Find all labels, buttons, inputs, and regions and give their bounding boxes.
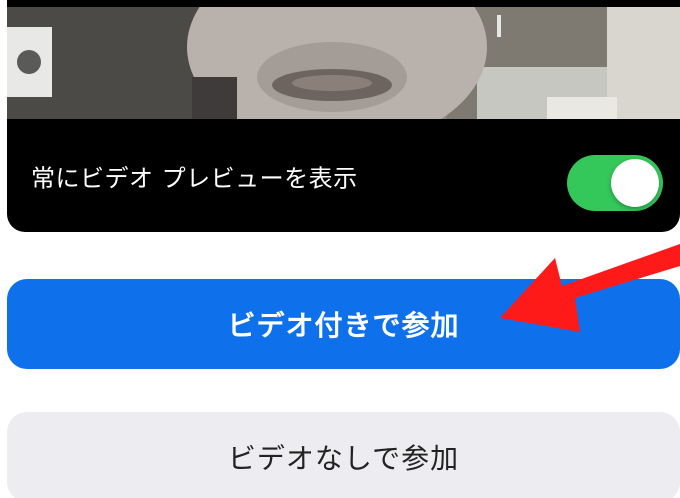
always-show-preview-label: 常にビデオ プレビューを表示 xyxy=(31,164,358,192)
red-arrow-icon xyxy=(500,244,680,332)
camera-preview-image xyxy=(7,7,680,119)
camera-preview xyxy=(7,7,680,119)
toggle-knob xyxy=(611,159,659,207)
always-show-preview-row: 常にビデオ プレビューを表示 xyxy=(7,119,680,232)
join-without-video-button[interactable]: ビデオなしで参加 xyxy=(7,412,680,498)
always-show-preview-toggle[interactable] xyxy=(567,155,663,211)
video-preview-card: 常にビデオ プレビューを表示 xyxy=(7,0,680,232)
join-meeting-screen: 常にビデオ プレビューを表示 ビデオ付きで参加 ビデオなしで参加 xyxy=(0,0,680,498)
